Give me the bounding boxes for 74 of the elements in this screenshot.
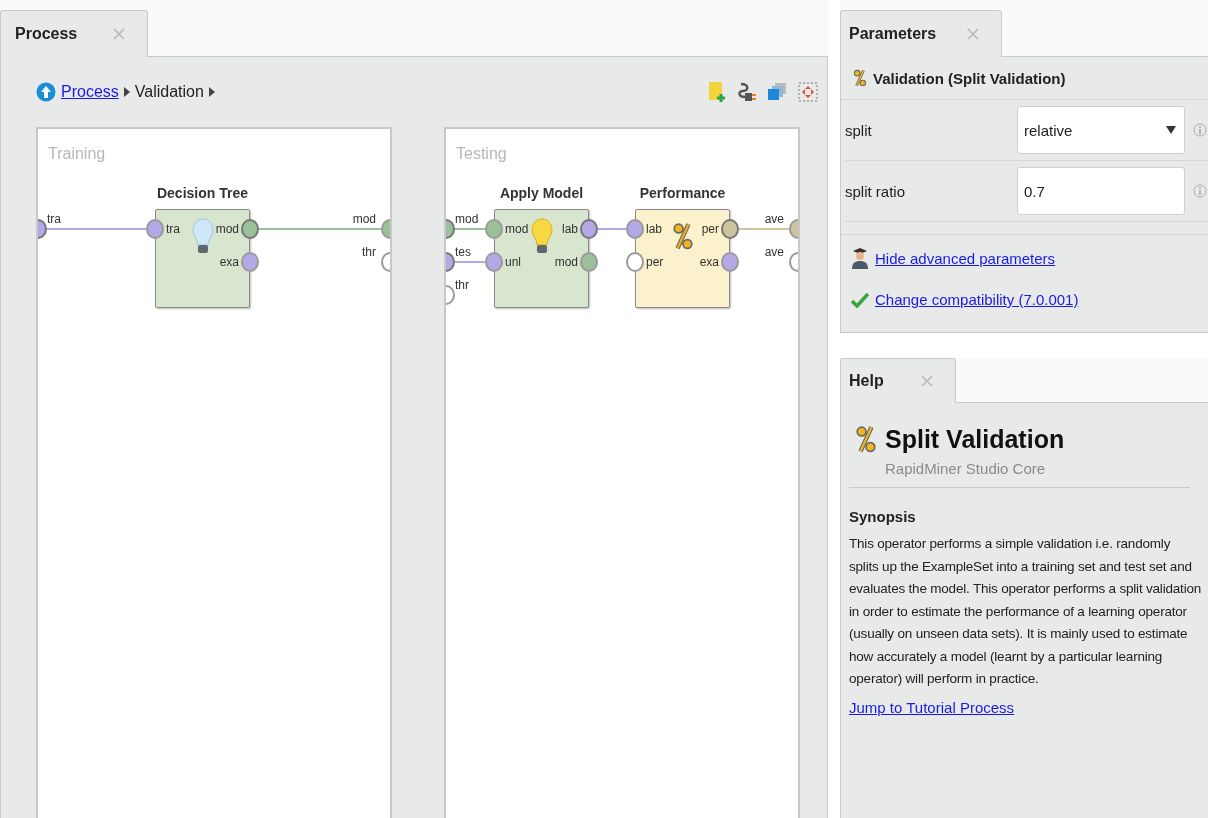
port[interactable] [241, 252, 259, 272]
port[interactable] [146, 219, 164, 239]
port-label: thr [455, 278, 469, 292]
tutorial-link[interactable]: Jump to Tutorial Process [849, 698, 1015, 716]
caret-icon [123, 87, 130, 97]
operator-name: Apply Model [498, 185, 585, 201]
panel-tab[interactable]: Help [840, 358, 956, 403]
light-bulb-icon [191, 218, 214, 256]
port[interactable] [580, 252, 598, 272]
percent-icon [853, 68, 867, 88]
port-label: exa [219, 255, 239, 269]
add-note-icon[interactable] [707, 81, 727, 103]
checkmark-icon [851, 291, 869, 308]
port-label: tra [47, 212, 61, 226]
port[interactable] [485, 252, 503, 272]
breadcrumb-link[interactable]: Process [61, 83, 119, 101]
operator-name: Decision Tree [155, 185, 249, 201]
breadcrumb-current: Validation [134, 83, 204, 101]
section-heading: Synopsis [849, 508, 917, 525]
parameter-label: split ratio [845, 182, 907, 200]
pane-title: Testing [456, 145, 507, 163]
fit-icon[interactable] [797, 81, 819, 103]
split-dropdown[interactable]: relative [1017, 106, 1185, 154]
port-label: tra [166, 222, 180, 236]
input-field[interactable]: 0.7 [1017, 167, 1185, 215]
panel-tab[interactable]: Parameters [840, 10, 1002, 57]
pane-title: Training [48, 145, 106, 163]
port[interactable] [580, 219, 598, 239]
port-label: exa [699, 255, 719, 269]
port[interactable] [626, 252, 644, 272]
parameter-label: split [845, 121, 873, 139]
close-icon[interactable] [113, 28, 125, 40]
link[interactable]: Hide advanced parameters [875, 249, 1056, 267]
port-label: ave [764, 245, 784, 259]
link[interactable]: Change compatibility (7.0.001) [875, 291, 1079, 308]
info-icon[interactable] [1193, 184, 1207, 198]
close-icon[interactable] [967, 28, 979, 40]
caret-icon [1166, 126, 1176, 134]
percent-icon [671, 222, 694, 251]
port-label: per [646, 255, 664, 269]
port-label: thr [362, 245, 376, 259]
port-label: tes [455, 245, 471, 259]
operator-node[interactable]: tra mod exa [155, 209, 250, 308]
port[interactable] [626, 219, 644, 239]
port-label: mod [554, 255, 578, 269]
port-label: per [701, 222, 719, 236]
port-label: unl [505, 255, 521, 269]
port-label: lab [562, 222, 578, 236]
operator-node[interactable]: mod unl lab mod [494, 209, 589, 308]
close-icon[interactable] [921, 375, 933, 387]
graduate-icon [851, 247, 869, 269]
port-label: lab [646, 222, 662, 236]
port[interactable] [721, 219, 739, 239]
port-label: mod [455, 212, 479, 226]
operator-node[interactable]: lab per per exa [635, 209, 730, 308]
layers-icon[interactable] [767, 82, 787, 102]
port[interactable] [241, 219, 259, 239]
operator-name: Performance [638, 185, 727, 201]
light-bulb-icon [530, 218, 553, 256]
panel-tab[interactable]: Process [0, 10, 148, 57]
help-subtitle: RapidMiner Studio Core [885, 460, 1047, 477]
caret-icon [208, 87, 215, 97]
port[interactable] [721, 252, 739, 272]
port-label: mod [505, 222, 529, 236]
operator-title: Validation (Split Validation) [873, 69, 1066, 87]
info-icon[interactable] [1193, 123, 1207, 137]
plug-icon[interactable] [737, 81, 757, 103]
synopsis-text: This operator performs a simple validation i.e. randomly splits up the ExampleSet into a training set and test set and evaluates the model. This operator performs a split validation in order to estimate the performance of a learning operator (usually on unseen data sets). It is mainly used to estimate how accurately a model (learnt by a particular learning operator) will perform in practice. [849, 535, 1202, 688]
port[interactable] [485, 219, 503, 239]
port-label: mod [215, 222, 239, 236]
percent-icon [855, 425, 877, 454]
port-label: ave [764, 212, 784, 226]
help-title: Split Validation [885, 425, 1065, 454]
port-label: mod [352, 212, 376, 226]
